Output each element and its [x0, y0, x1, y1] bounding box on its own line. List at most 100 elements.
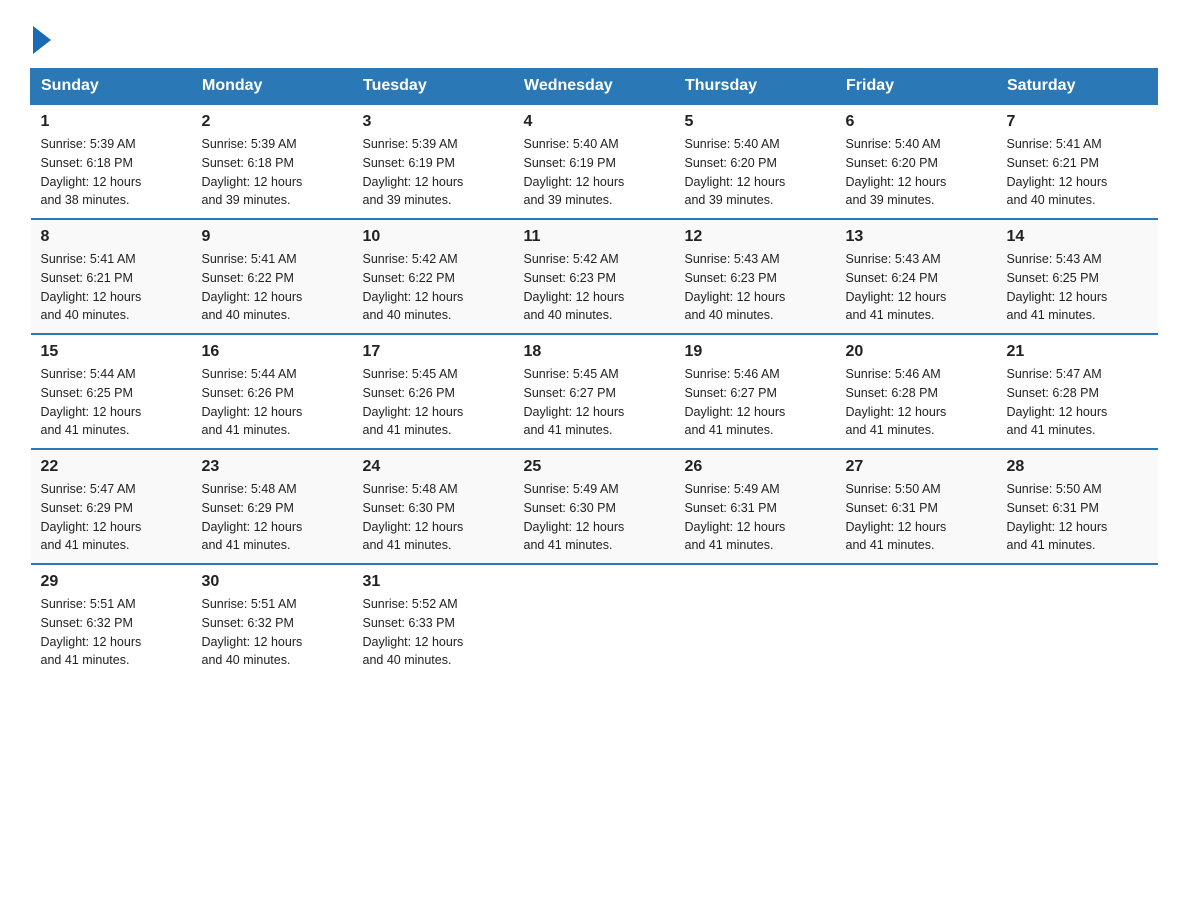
- day-number: 28: [1007, 458, 1148, 476]
- day-number: 4: [524, 113, 665, 131]
- day-number: 14: [1007, 228, 1148, 246]
- day-info: Sunrise: 5:43 AMSunset: 6:25 PMDaylight:…: [1007, 252, 1108, 322]
- day-number: 29: [41, 573, 182, 591]
- calendar-week-row: 1 Sunrise: 5:39 AMSunset: 6:18 PMDayligh…: [31, 104, 1158, 219]
- calendar-header-row: SundayMondayTuesdayWednesdayThursdayFrid…: [31, 69, 1158, 105]
- calendar-cell: 1 Sunrise: 5:39 AMSunset: 6:18 PMDayligh…: [31, 104, 192, 219]
- day-number: 10: [363, 228, 504, 246]
- day-number: 23: [202, 458, 343, 476]
- calendar-cell: 25 Sunrise: 5:49 AMSunset: 6:30 PMDaylig…: [514, 449, 675, 564]
- day-number: 19: [685, 343, 826, 361]
- day-number: 11: [524, 228, 665, 246]
- column-header-saturday: Saturday: [997, 69, 1158, 105]
- day-info: Sunrise: 5:47 AMSunset: 6:28 PMDaylight:…: [1007, 367, 1108, 437]
- calendar-cell: 10 Sunrise: 5:42 AMSunset: 6:22 PMDaylig…: [353, 219, 514, 334]
- calendar-cell: 15 Sunrise: 5:44 AMSunset: 6:25 PMDaylig…: [31, 334, 192, 449]
- column-header-monday: Monday: [192, 69, 353, 105]
- calendar-cell: 26 Sunrise: 5:49 AMSunset: 6:31 PMDaylig…: [675, 449, 836, 564]
- calendar-cell: 20 Sunrise: 5:46 AMSunset: 6:28 PMDaylig…: [836, 334, 997, 449]
- day-info: Sunrise: 5:41 AMSunset: 6:21 PMDaylight:…: [41, 252, 142, 322]
- day-number: 24: [363, 458, 504, 476]
- day-info: Sunrise: 5:42 AMSunset: 6:23 PMDaylight:…: [524, 252, 625, 322]
- calendar-cell: [836, 564, 997, 678]
- calendar-cell: 22 Sunrise: 5:47 AMSunset: 6:29 PMDaylig…: [31, 449, 192, 564]
- day-info: Sunrise: 5:51 AMSunset: 6:32 PMDaylight:…: [202, 597, 303, 667]
- day-info: Sunrise: 5:45 AMSunset: 6:27 PMDaylight:…: [524, 367, 625, 437]
- day-info: Sunrise: 5:46 AMSunset: 6:27 PMDaylight:…: [685, 367, 786, 437]
- calendar-cell: 24 Sunrise: 5:48 AMSunset: 6:30 PMDaylig…: [353, 449, 514, 564]
- calendar-cell: 29 Sunrise: 5:51 AMSunset: 6:32 PMDaylig…: [31, 564, 192, 678]
- calendar-cell: 31 Sunrise: 5:52 AMSunset: 6:33 PMDaylig…: [353, 564, 514, 678]
- calendar-cell: 9 Sunrise: 5:41 AMSunset: 6:22 PMDayligh…: [192, 219, 353, 334]
- day-info: Sunrise: 5:51 AMSunset: 6:32 PMDaylight:…: [41, 597, 142, 667]
- page-header: [30, 20, 1158, 50]
- calendar-week-row: 8 Sunrise: 5:41 AMSunset: 6:21 PMDayligh…: [31, 219, 1158, 334]
- day-info: Sunrise: 5:47 AMSunset: 6:29 PMDaylight:…: [41, 482, 142, 552]
- calendar-cell: 4 Sunrise: 5:40 AMSunset: 6:19 PMDayligh…: [514, 104, 675, 219]
- calendar-cell: [514, 564, 675, 678]
- day-info: Sunrise: 5:40 AMSunset: 6:19 PMDaylight:…: [524, 137, 625, 207]
- calendar-cell: [997, 564, 1158, 678]
- logo: [30, 20, 51, 50]
- day-number: 25: [524, 458, 665, 476]
- calendar-cell: 11 Sunrise: 5:42 AMSunset: 6:23 PMDaylig…: [514, 219, 675, 334]
- calendar-cell: 28 Sunrise: 5:50 AMSunset: 6:31 PMDaylig…: [997, 449, 1158, 564]
- day-info: Sunrise: 5:41 AMSunset: 6:21 PMDaylight:…: [1007, 137, 1108, 207]
- day-info: Sunrise: 5:49 AMSunset: 6:31 PMDaylight:…: [685, 482, 786, 552]
- day-number: 13: [846, 228, 987, 246]
- day-number: 31: [363, 573, 504, 591]
- day-info: Sunrise: 5:48 AMSunset: 6:30 PMDaylight:…: [363, 482, 464, 552]
- day-info: Sunrise: 5:40 AMSunset: 6:20 PMDaylight:…: [846, 137, 947, 207]
- day-info: Sunrise: 5:49 AMSunset: 6:30 PMDaylight:…: [524, 482, 625, 552]
- calendar-cell: 8 Sunrise: 5:41 AMSunset: 6:21 PMDayligh…: [31, 219, 192, 334]
- column-header-tuesday: Tuesday: [353, 69, 514, 105]
- day-info: Sunrise: 5:43 AMSunset: 6:24 PMDaylight:…: [846, 252, 947, 322]
- column-header-wednesday: Wednesday: [514, 69, 675, 105]
- day-number: 5: [685, 113, 826, 131]
- day-number: 3: [363, 113, 504, 131]
- column-header-friday: Friday: [836, 69, 997, 105]
- calendar-cell: [675, 564, 836, 678]
- day-number: 1: [41, 113, 182, 131]
- logo-arrow-icon: [33, 26, 51, 54]
- day-info: Sunrise: 5:39 AMSunset: 6:18 PMDaylight:…: [202, 137, 303, 207]
- day-info: Sunrise: 5:50 AMSunset: 6:31 PMDaylight:…: [846, 482, 947, 552]
- calendar-cell: 5 Sunrise: 5:40 AMSunset: 6:20 PMDayligh…: [675, 104, 836, 219]
- day-info: Sunrise: 5:46 AMSunset: 6:28 PMDaylight:…: [846, 367, 947, 437]
- day-number: 20: [846, 343, 987, 361]
- calendar-cell: 23 Sunrise: 5:48 AMSunset: 6:29 PMDaylig…: [192, 449, 353, 564]
- calendar-cell: 3 Sunrise: 5:39 AMSunset: 6:19 PMDayligh…: [353, 104, 514, 219]
- calendar-cell: 6 Sunrise: 5:40 AMSunset: 6:20 PMDayligh…: [836, 104, 997, 219]
- logo-text: [30, 28, 51, 54]
- day-number: 8: [41, 228, 182, 246]
- day-number: 27: [846, 458, 987, 476]
- day-info: Sunrise: 5:50 AMSunset: 6:31 PMDaylight:…: [1007, 482, 1108, 552]
- day-info: Sunrise: 5:39 AMSunset: 6:19 PMDaylight:…: [363, 137, 464, 207]
- day-number: 17: [363, 343, 504, 361]
- calendar-week-row: 15 Sunrise: 5:44 AMSunset: 6:25 PMDaylig…: [31, 334, 1158, 449]
- calendar-cell: 13 Sunrise: 5:43 AMSunset: 6:24 PMDaylig…: [836, 219, 997, 334]
- day-number: 15: [41, 343, 182, 361]
- day-info: Sunrise: 5:52 AMSunset: 6:33 PMDaylight:…: [363, 597, 464, 667]
- day-info: Sunrise: 5:42 AMSunset: 6:22 PMDaylight:…: [363, 252, 464, 322]
- day-number: 18: [524, 343, 665, 361]
- column-header-sunday: Sunday: [31, 69, 192, 105]
- day-number: 6: [846, 113, 987, 131]
- day-number: 2: [202, 113, 343, 131]
- day-number: 22: [41, 458, 182, 476]
- calendar-cell: 7 Sunrise: 5:41 AMSunset: 6:21 PMDayligh…: [997, 104, 1158, 219]
- day-info: Sunrise: 5:45 AMSunset: 6:26 PMDaylight:…: [363, 367, 464, 437]
- day-info: Sunrise: 5:39 AMSunset: 6:18 PMDaylight:…: [41, 137, 142, 207]
- day-number: 16: [202, 343, 343, 361]
- day-info: Sunrise: 5:44 AMSunset: 6:26 PMDaylight:…: [202, 367, 303, 437]
- day-info: Sunrise: 5:41 AMSunset: 6:22 PMDaylight:…: [202, 252, 303, 322]
- calendar-cell: 18 Sunrise: 5:45 AMSunset: 6:27 PMDaylig…: [514, 334, 675, 449]
- day-number: 30: [202, 573, 343, 591]
- calendar-cell: 17 Sunrise: 5:45 AMSunset: 6:26 PMDaylig…: [353, 334, 514, 449]
- calendar-week-row: 29 Sunrise: 5:51 AMSunset: 6:32 PMDaylig…: [31, 564, 1158, 678]
- day-number: 21: [1007, 343, 1148, 361]
- calendar-cell: 2 Sunrise: 5:39 AMSunset: 6:18 PMDayligh…: [192, 104, 353, 219]
- day-info: Sunrise: 5:48 AMSunset: 6:29 PMDaylight:…: [202, 482, 303, 552]
- calendar-cell: 12 Sunrise: 5:43 AMSunset: 6:23 PMDaylig…: [675, 219, 836, 334]
- calendar-table: SundayMondayTuesdayWednesdayThursdayFrid…: [30, 68, 1158, 678]
